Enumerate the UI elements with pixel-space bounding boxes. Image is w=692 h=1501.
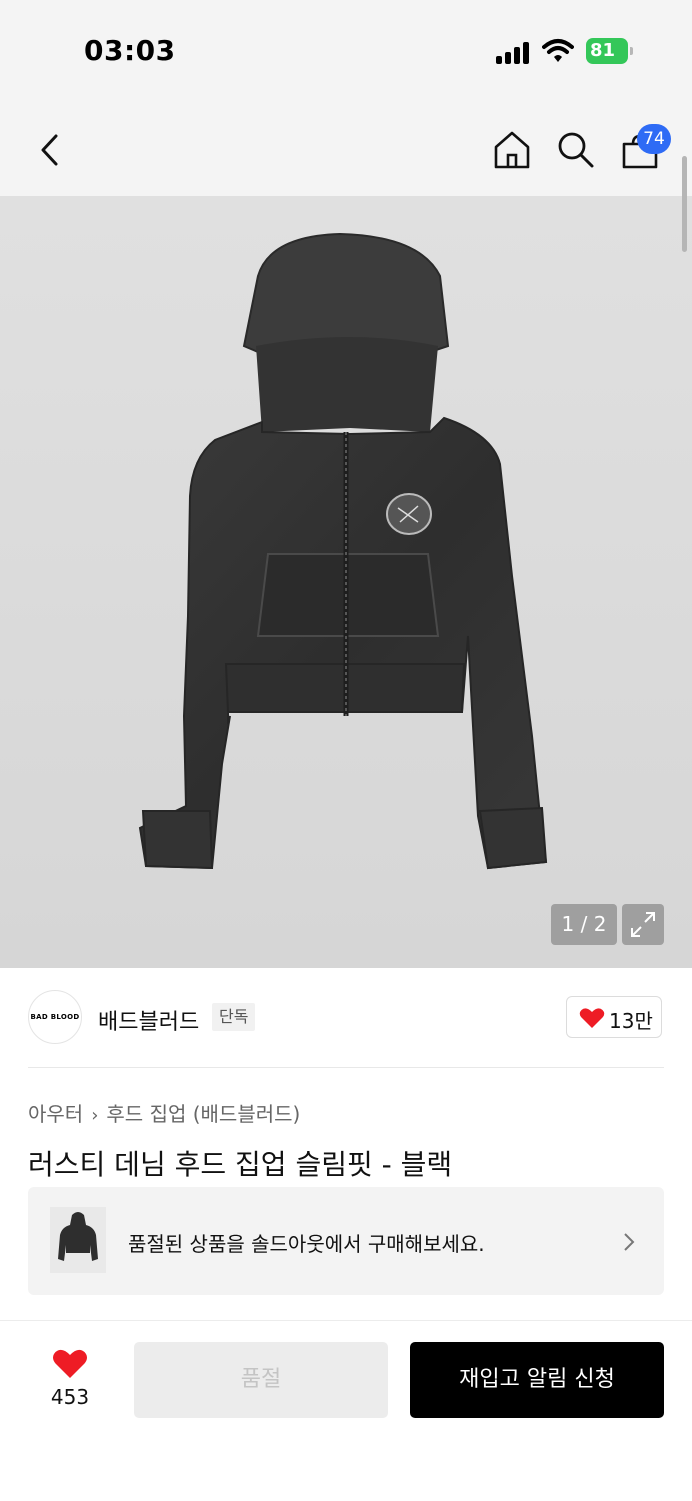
expand-image-button[interactable] [622, 904, 664, 945]
page-scrollbar[interactable] [682, 156, 687, 252]
heart-icon [579, 1008, 605, 1028]
wifi-icon [542, 39, 574, 62]
brand-name-link[interactable]: 배드블러드 [98, 1004, 199, 1036]
search-icon[interactable] [556, 130, 596, 170]
soldout-button[interactable]: 품절 [134, 1342, 388, 1418]
banner-product-thumbnail [50, 1207, 106, 1273]
status-time: 03:03 [84, 34, 176, 67]
brand-row: BAD BLOOD 배드블러드 단독 13만 [28, 988, 664, 1048]
brand-logo[interactable]: BAD BLOOD [28, 990, 82, 1044]
breadcrumb-item-hood-zipup[interactable]: 후드 집업 (배드블러드) [106, 1098, 300, 1127]
chevron-right-icon [624, 1233, 635, 1251]
back-chevron-left-icon[interactable] [36, 132, 64, 168]
soldout-resale-banner[interactable]: 품절된 상품을 솔드아웃에서 구매해보세요. [28, 1187, 664, 1295]
breadcrumb-item-outer[interactable]: 아우터 [28, 1098, 83, 1127]
cart-count-badge: 74 [637, 124, 671, 154]
brand-like-count: 13만 [609, 1009, 653, 1033]
status-bar: 03:03 81 [0, 0, 692, 100]
brand-logo-text: BAD BLOOD [30, 1013, 80, 1021]
chevron-right-icon: › [91, 1105, 99, 1126]
cellular-signal-icon [496, 40, 532, 64]
product-title: 러스티 데님 후드 집업 슬림핏 - 블랙 [28, 1148, 453, 1181]
image-counter: 1 / 2 [551, 904, 617, 945]
brand-like-button[interactable]: 13만 [566, 996, 662, 1038]
banner-text: 품절된 상품을 솔드아웃에서 구매해보세요. [128, 1232, 485, 1256]
wishlist-count: 453 [50, 1385, 90, 1409]
battery-indicator: 81 [586, 38, 634, 64]
heart-icon[interactable] [52, 1348, 88, 1380]
breadcrumb: 아우터 › 후드 집업 (배드블러드) [28, 1098, 300, 1127]
divider [28, 1067, 664, 1068]
expand-icon [631, 912, 655, 937]
restock-alert-button[interactable]: 재입고 알림 신청 [410, 1342, 664, 1418]
product-image-gallery[interactable] [0, 196, 692, 968]
exclusive-tag: 단독 [212, 1003, 256, 1031]
battery-level: 81 [590, 40, 616, 61]
product-photo-hoodie [138, 232, 548, 870]
home-icon[interactable] [493, 130, 531, 170]
